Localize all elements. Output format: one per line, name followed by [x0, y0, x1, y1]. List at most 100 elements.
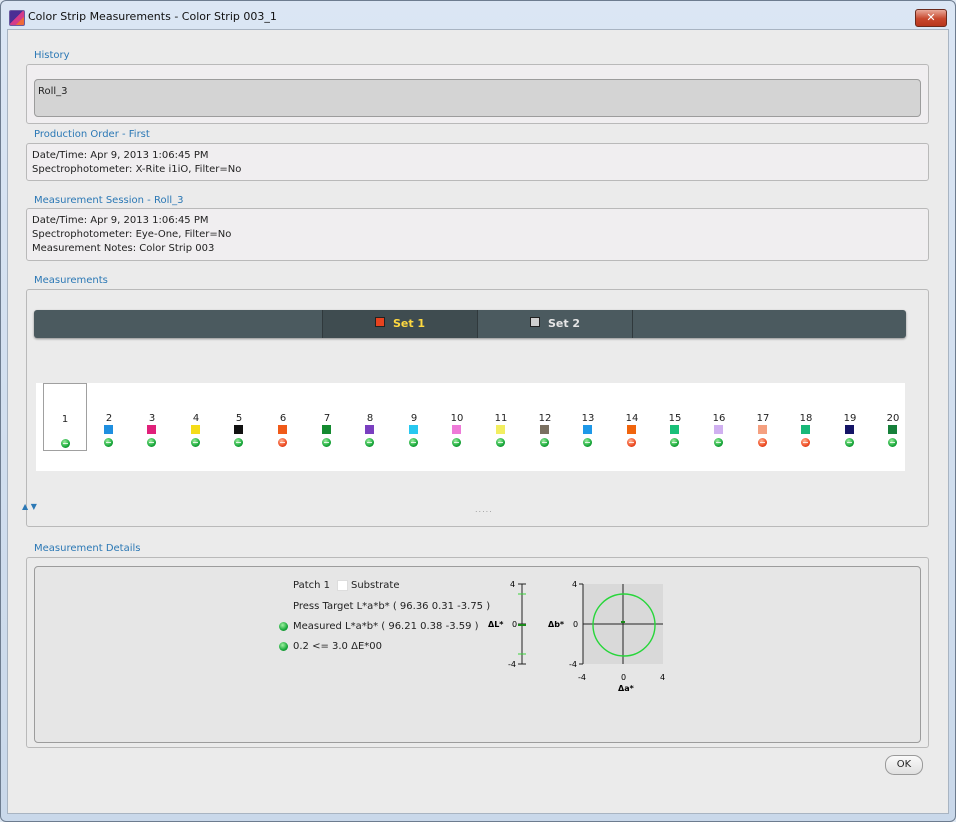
patch-cell[interactable]: 3	[130, 383, 174, 451]
patch-swatch	[583, 425, 592, 434]
patch-number: 5	[235, 413, 243, 424]
patch-cell[interactable]: 7	[305, 383, 349, 451]
patch-cell[interactable]: 18	[784, 383, 828, 451]
patch-cell[interactable]: 2	[87, 383, 131, 451]
pass-status-icon	[322, 438, 331, 447]
patch-cell[interactable]: 13	[566, 383, 610, 451]
patch-cell[interactable]: 20	[871, 383, 915, 451]
patch-swatch	[278, 425, 287, 434]
patch-number: 12	[538, 413, 552, 424]
splitter-handle[interactable]: .....	[475, 505, 493, 514]
pass-status-icon	[452, 438, 461, 447]
pass-status-icon	[845, 438, 854, 447]
pass-status-icon	[409, 438, 418, 447]
patch-swatch	[409, 425, 418, 434]
patch-number: 4	[192, 413, 200, 424]
patch-cell[interactable]: 17	[741, 383, 785, 451]
patch-number: 7	[323, 413, 331, 424]
pass-status-icon	[496, 438, 505, 447]
pass-status-icon	[104, 438, 113, 447]
dl-tick-mid: 0	[512, 620, 517, 629]
tab-set-1[interactable]: Set 1	[322, 310, 477, 338]
tab-set-1-label: Set 1	[392, 317, 426, 330]
delta-e-status-icon	[279, 642, 288, 651]
patch-swatch	[147, 425, 156, 434]
patch-swatch	[845, 425, 854, 434]
da-axis-label: Δa*	[618, 684, 635, 693]
patch-cell[interactable]: 15	[653, 383, 697, 451]
patch-number: 18	[799, 413, 813, 424]
measurement-details-panel	[26, 557, 929, 748]
tab-set-2[interactable]: Set 2	[477, 310, 632, 338]
patch-swatch	[191, 425, 200, 434]
patch-number: 8	[366, 413, 374, 424]
patch-swatch	[322, 425, 331, 434]
patch-number: 19	[843, 413, 857, 424]
patch-cell[interactable]: 14	[610, 383, 654, 451]
close-button[interactable]: ✕	[915, 9, 947, 27]
pass-status-icon	[365, 438, 374, 447]
substrate-swatch	[337, 580, 348, 591]
pass-status-icon	[714, 438, 723, 447]
measurement-details-area	[34, 566, 921, 743]
set-2-swatch-icon	[529, 317, 540, 327]
set-tab-bar: Set 1 Set 2	[34, 310, 906, 338]
patch-number: 20	[886, 413, 900, 424]
patch-cell[interactable]: 6	[261, 383, 305, 451]
patch-cell[interactable]: 16	[697, 383, 741, 451]
patch-cell[interactable]: 4	[174, 383, 218, 451]
fail-status-icon	[801, 438, 810, 447]
patch-swatch	[714, 425, 723, 434]
patch-cell[interactable]: 5	[217, 383, 261, 451]
db-tick-bottom: -4	[569, 660, 577, 669]
patch-cell[interactable]: 19	[828, 383, 872, 451]
ok-button[interactable]: OK	[885, 755, 923, 775]
delta-e-value: 0.2 <= 3.0 ΔE*00	[293, 641, 382, 652]
patch-cell[interactable]: 8	[348, 383, 392, 451]
history-field[interactable]: Roll_3	[34, 79, 921, 117]
session-datetime: Date/Time: Apr 9, 2013 1:06:45 PM	[32, 215, 209, 226]
patch-label: Patch 1	[293, 580, 331, 591]
set-1-swatch-icon	[374, 317, 385, 327]
title-bar: Color Strip Measurements - Color Strip 0…	[1, 1, 955, 31]
patch-number: 1	[61, 414, 69, 425]
pass-status-icon	[583, 438, 592, 447]
collapse-arrows-icon[interactable]: ▲ ▼	[22, 502, 37, 511]
session-notes: Measurement Notes: Color Strip 003	[32, 243, 215, 254]
da-tick-mid: 0	[621, 673, 626, 682]
patch-swatch	[801, 425, 810, 434]
patch-number: 11	[494, 413, 508, 424]
db-tick-mid: 0	[573, 620, 578, 629]
patch-number: 15	[668, 413, 682, 424]
patch-number: 6	[279, 413, 287, 424]
production-spectrophotometer: Spectrophotometer: X-Rite i1iO, Filter=N…	[32, 164, 242, 175]
patch-number: 16	[712, 413, 726, 424]
patch-cell[interactable]: 11	[479, 383, 523, 451]
measurement-details-label: Measurement Details	[34, 543, 141, 554]
app-icon	[9, 10, 25, 26]
patch-cell[interactable]: 1	[43, 383, 87, 451]
patch-cell[interactable]: 10	[435, 383, 479, 451]
delta-ab-chart: 4 0 -4 Δb* -4 0 4 Δa*	[548, 580, 665, 693]
pass-status-icon	[191, 438, 200, 447]
patch-cell[interactable]: 9	[392, 383, 436, 451]
tab-divider	[632, 310, 634, 338]
patch-strip: 1 2 3 4 5 6 7 8 9 10 11 12 13 14 15 16 17 18 19 20	[36, 383, 905, 471]
window-title: Color Strip Measurements - Color Strip 0…	[28, 10, 277, 23]
pass-status-icon	[234, 438, 243, 447]
patch-number: 13	[581, 413, 595, 424]
pass-status-icon	[888, 438, 897, 447]
patch-swatch	[670, 425, 679, 434]
patch-number: 2	[105, 413, 113, 424]
history-panel: Roll_3	[26, 64, 929, 124]
fail-status-icon	[278, 438, 287, 447]
production-datetime: Date/Time: Apr 9, 2013 1:06:45 PM	[32, 150, 209, 161]
patch-number: 17	[756, 413, 770, 424]
da-tick-right: 4	[660, 673, 665, 682]
patch-cell[interactable]: 12	[523, 383, 567, 451]
tab-set-2-label: Set 2	[547, 317, 581, 330]
production-order-label: Production Order - First	[34, 129, 150, 140]
patch-number: 14	[625, 413, 639, 424]
measured-lab: Measured L*a*b* ( 96.21 0.38 -3.59 )	[293, 621, 479, 632]
da-tick-left: -4	[578, 673, 586, 682]
